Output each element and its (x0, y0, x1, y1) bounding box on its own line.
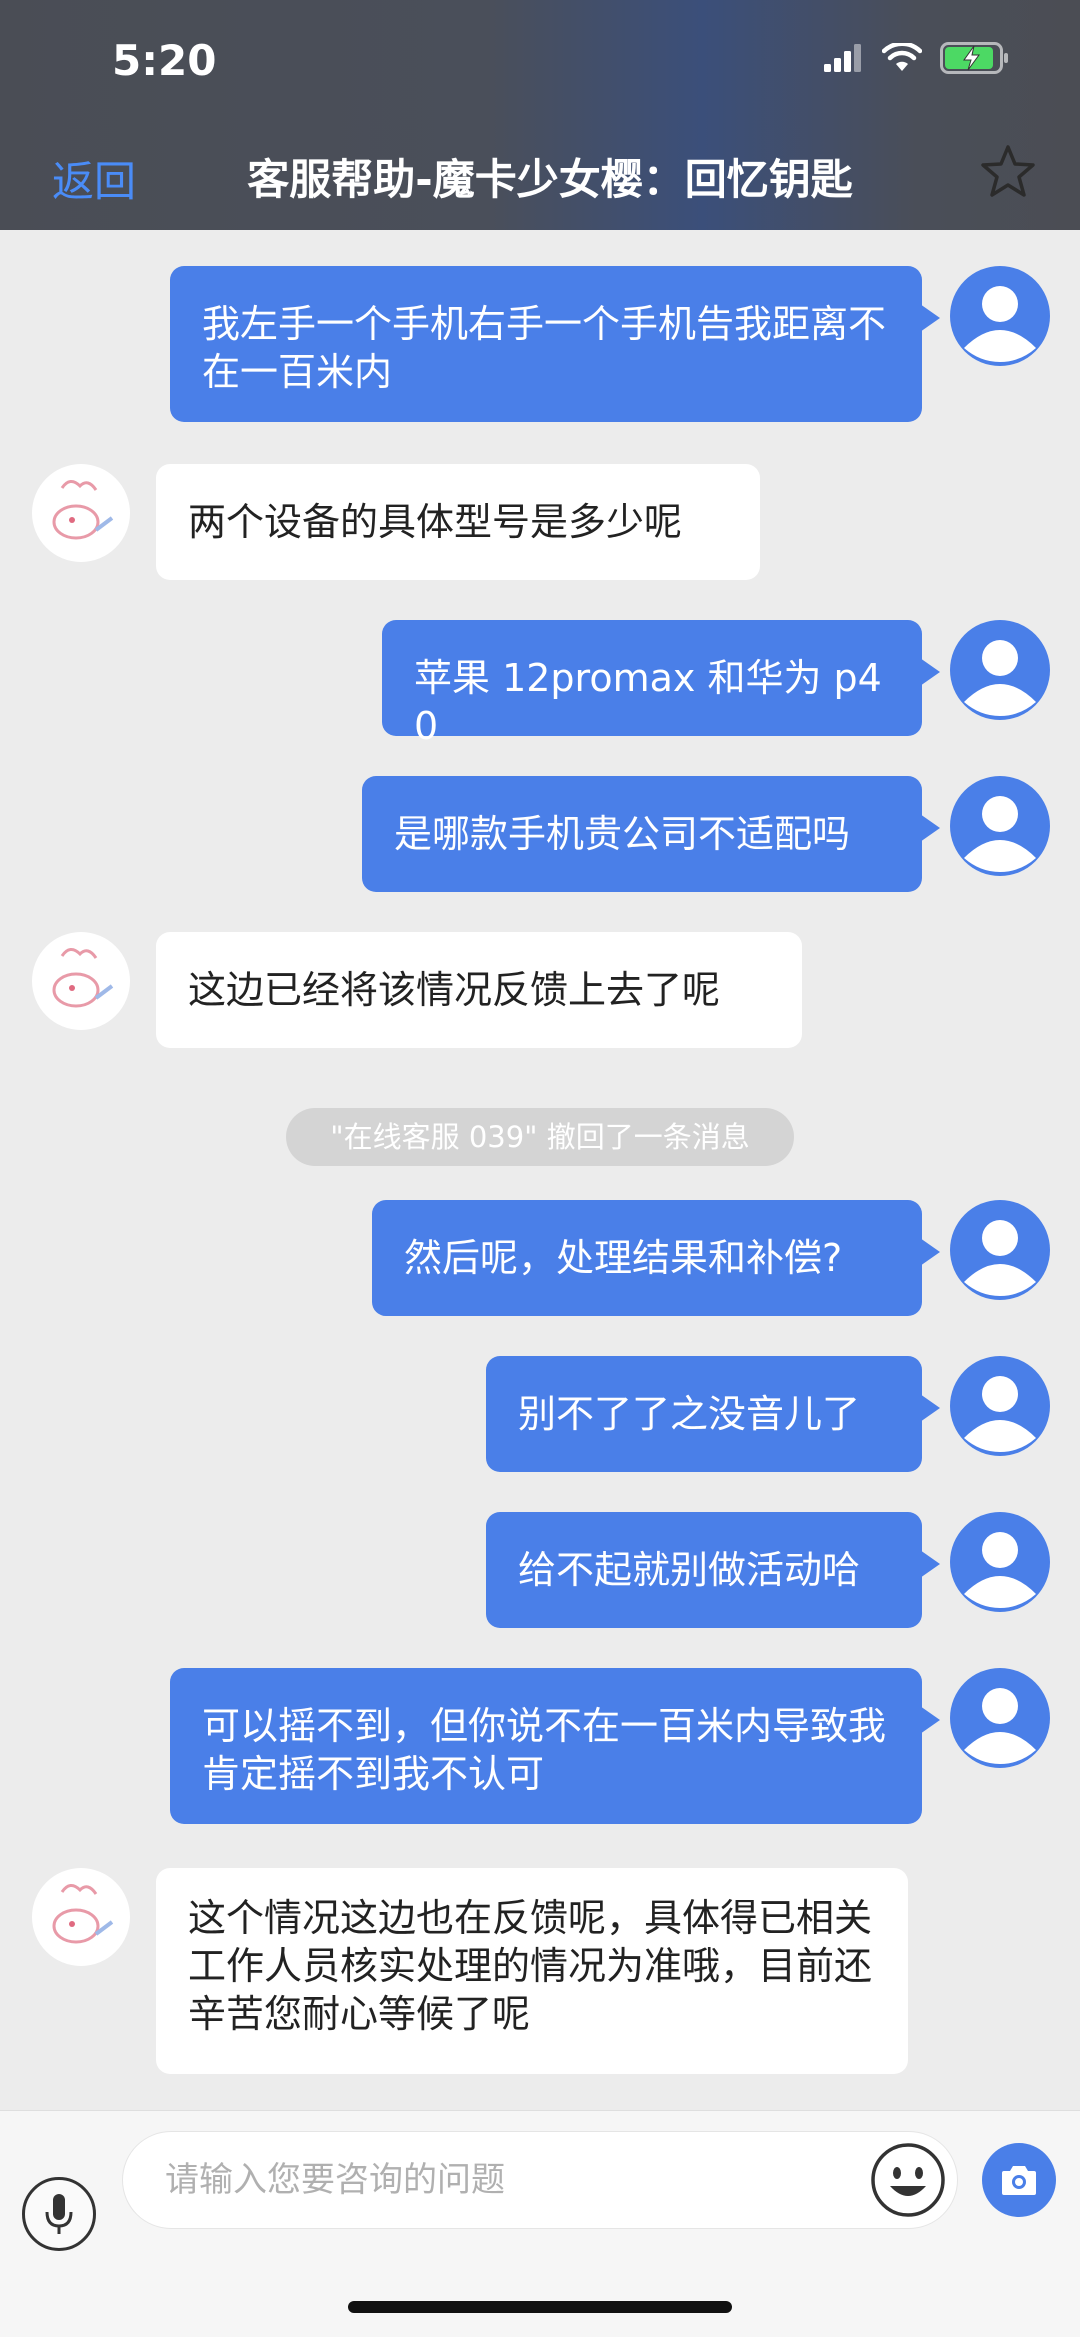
user-avatar (950, 1356, 1050, 1456)
user-message-bubble: 给不起就别做活动哈 (486, 1512, 940, 1628)
user-message-bubble: 可以摇不到，但你说不在一百米内导致我肯定摇不到我不认可 (170, 1668, 940, 1824)
user-avatar-icon (964, 796, 1036, 872)
agent-avatar (32, 464, 130, 562)
home-indicator (348, 2301, 732, 2313)
input-bar: 请输入您要咨询的问题 (0, 2110, 1080, 2337)
user-avatar-icon (964, 1220, 1036, 1296)
agent-message-bubble: 这边已经将该情况反馈上去了呢 (156, 932, 802, 1048)
user-message-bubble: 别不了了之没音儿了 (486, 1356, 940, 1472)
voice-input-button[interactable] (22, 2177, 96, 2251)
agent-avatar-icon (33, 1869, 129, 1965)
user-message-bubble: 苹果 12promax 和华为 p40 (382, 620, 940, 748)
wifi-icon (882, 43, 922, 71)
user-message-bubble: 是哪款手机贵公司不适配吗 (362, 776, 940, 892)
user-avatar (950, 776, 1050, 876)
user-avatar-icon (964, 640, 1036, 716)
user-avatar (950, 266, 1050, 366)
user-avatar-icon (964, 1688, 1036, 1764)
recall-notice: "在线客服 039" 撤回了一条消息 (286, 1108, 794, 1166)
camera-icon (1002, 2166, 1036, 2195)
emoji-button[interactable] (870, 2142, 946, 2218)
agent-avatar (32, 1868, 130, 1966)
user-avatar-icon (964, 1532, 1036, 1608)
status-icons (824, 42, 1010, 74)
chat-message-list[interactable]: 我左手一个手机右手一个手机告我距离不在一百米内 两个设备的具体型号是多少呢 苹果… (0, 230, 1080, 2110)
user-message-bubble: 然后呢，处理结果和补偿? (372, 1200, 940, 1316)
agent-message-bubble: 这个情况这边也在反馈呢，具体得已相关工作人员核实处理的情况为准哦，目前还辛苦您耐… (156, 1868, 908, 2074)
app-header: 5:20 返回 客服帮助-魔卡少女樱：回忆钥匙 (0, 0, 1080, 230)
agent-avatar-icon (33, 465, 129, 561)
user-avatar-icon (964, 1376, 1036, 1452)
user-avatar (950, 1512, 1050, 1612)
message-input[interactable]: 请输入您要咨询的问题 (122, 2131, 958, 2229)
battery-charging-icon (940, 42, 1008, 74)
agent-avatar (32, 932, 130, 1030)
back-button[interactable]: 返回 (52, 148, 136, 209)
user-avatar (950, 1668, 1050, 1768)
agent-message-bubble: 两个设备的具体型号是多少呢 (156, 464, 760, 580)
camera-button[interactable] (982, 2143, 1056, 2217)
star-favorite-icon[interactable] (978, 142, 1038, 202)
microphone-icon (45, 2194, 73, 2234)
cellular-signal-icon (824, 44, 861, 72)
user-avatar (950, 1200, 1050, 1300)
user-avatar (950, 620, 1050, 720)
page-title: 客服帮助-魔卡少女樱：回忆钥匙 (247, 155, 853, 204)
user-message-bubble: 我左手一个手机右手一个手机告我距离不在一百米内 (170, 266, 940, 422)
user-avatar-icon (964, 286, 1036, 362)
status-time: 5:20 (112, 36, 217, 85)
agent-avatar-icon (33, 933, 129, 1029)
